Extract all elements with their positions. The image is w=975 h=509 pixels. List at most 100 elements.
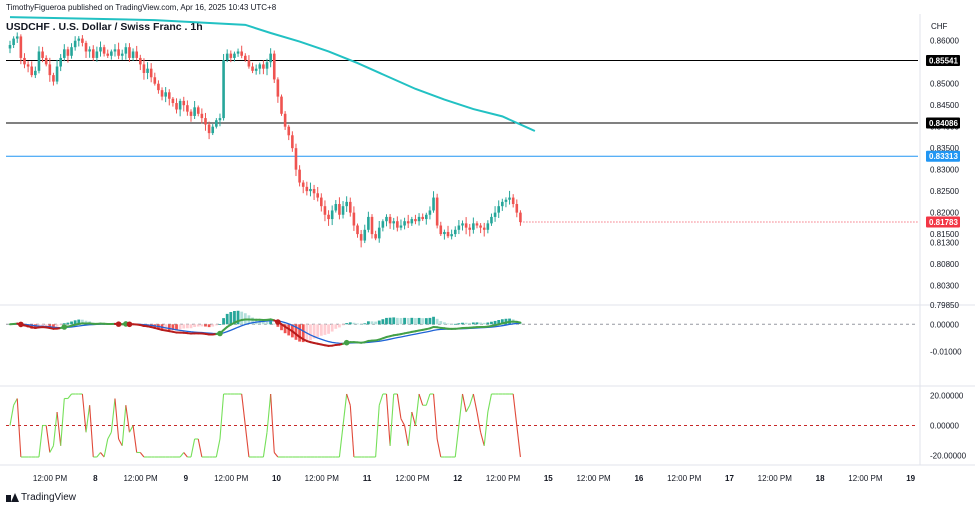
macd-bar	[269, 321, 273, 325]
candle-body	[135, 51, 138, 58]
macd-bar	[385, 317, 388, 325]
osc-y-tick: 0.00000	[930, 422, 959, 431]
candle-body	[175, 103, 178, 110]
candle-body	[345, 201, 348, 207]
x-tick-label: 12:00 PM	[214, 474, 249, 483]
osc-segment	[436, 438, 442, 458]
macd-bar	[55, 324, 59, 327]
macd-bar	[363, 323, 367, 325]
osc-segment	[385, 393, 391, 446]
osc-segment	[414, 393, 420, 426]
candle-body	[425, 214, 428, 220]
candle-body	[265, 62, 269, 69]
candle-body	[167, 92, 171, 99]
candle-body	[450, 234, 453, 237]
osc-segment	[378, 393, 384, 406]
candle-body	[19, 36, 23, 58]
macd-bar	[424, 318, 428, 325]
candle-body	[44, 57, 48, 65]
osc-segment	[411, 411, 416, 426]
macd-bar	[352, 322, 356, 325]
candle-body	[81, 38, 84, 43]
macd-bar	[388, 317, 392, 325]
osc-segment	[132, 425, 138, 453]
y-tick-label: 0.86000	[930, 37, 959, 46]
candle-body	[34, 70, 37, 76]
candle-body	[8, 45, 12, 49]
candle-body	[200, 113, 204, 119]
cross-marker	[275, 319, 281, 325]
chart-canvas[interactable]: 0.860000.855000.850000.845000.840000.835…	[0, 0, 975, 509]
macd-bar	[464, 322, 468, 325]
candle-body	[182, 100, 186, 106]
candle-body	[229, 53, 233, 58]
macd-bar	[468, 322, 472, 325]
macd-bar	[240, 311, 244, 325]
candle-body	[511, 197, 515, 205]
macd-bar	[316, 324, 320, 337]
candle-body	[164, 92, 167, 97]
macd-bar	[414, 318, 417, 325]
candle-body	[320, 197, 323, 207]
osc-segment	[100, 452, 105, 458]
macd-bar	[432, 316, 435, 325]
candle-body	[443, 231, 446, 235]
macd-bar	[70, 321, 73, 325]
osc-segment	[512, 393, 518, 426]
candle-body	[247, 60, 251, 67]
x-tick-label: 12	[453, 474, 462, 483]
candle-body	[334, 204, 338, 211]
macd-bar	[421, 318, 425, 325]
candle-body	[414, 219, 417, 222]
macd-bar	[475, 322, 479, 325]
x-tick-label: 18	[816, 474, 825, 483]
candle-body	[218, 118, 222, 121]
candle-body	[236, 51, 240, 54]
macd-bar	[59, 324, 63, 326]
macd-bar	[439, 321, 443, 325]
macd-bar	[196, 324, 200, 327]
candle-body	[70, 47, 73, 56]
osc-segment	[483, 411, 489, 446]
candle-body	[244, 55, 247, 61]
candle-body	[403, 221, 406, 226]
osc-segment	[60, 398, 65, 446]
x-tick-label: 15	[544, 474, 553, 483]
osc-segment	[465, 404, 471, 413]
osc-y-tick: -20.00000	[930, 452, 967, 461]
x-tick-label: 9	[184, 474, 189, 483]
osc-segment	[38, 425, 44, 458]
candle-body	[298, 169, 301, 183]
x-tick-label: 11	[363, 474, 372, 483]
candle-body	[113, 49, 117, 52]
osc-segment	[400, 418, 406, 426]
macd-bar	[222, 318, 225, 325]
candle-body	[73, 40, 77, 48]
cross-marker	[217, 330, 223, 337]
candle-body	[66, 49, 70, 56]
candle-body	[95, 51, 99, 58]
candle-body	[222, 60, 225, 119]
candle-body	[149, 68, 153, 78]
osc-segment	[418, 393, 424, 406]
osc-segment	[476, 411, 482, 433]
osc-segment	[342, 393, 348, 426]
candle-body	[240, 51, 243, 56]
tradingview-brand[interactable]: TradingView	[6, 492, 76, 503]
macd-bar	[399, 318, 403, 325]
osc-segment	[81, 393, 87, 433]
x-tick-label: 17	[725, 474, 734, 483]
candle-body	[146, 68, 149, 73]
osc-segment	[432, 393, 438, 440]
macd-bar	[443, 322, 446, 325]
candle-body	[254, 68, 258, 71]
candle-body	[258, 64, 262, 69]
x-tick-label: 8	[93, 474, 98, 483]
osc-segment	[480, 432, 485, 446]
macd-bar	[319, 324, 323, 336]
cross-marker	[115, 321, 122, 327]
osc-segment	[183, 452, 188, 458]
candle-body	[15, 36, 19, 39]
y-tick-label: 0.80800	[930, 260, 959, 269]
macd-bar	[225, 313, 229, 325]
